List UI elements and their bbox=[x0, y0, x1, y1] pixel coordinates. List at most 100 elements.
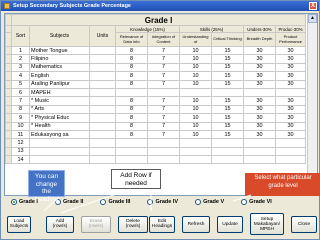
percentage-cell[interactable]: 10 bbox=[179, 96, 212, 106]
percentage-cell[interactable]: 10 bbox=[179, 121, 212, 131]
radio-dot[interactable] bbox=[147, 199, 154, 205]
percentage-cell[interactable]: 30 bbox=[243, 62, 276, 73]
units-cell[interactable] bbox=[89, 45, 116, 56]
close-icon[interactable]: X bbox=[309, 2, 317, 10]
row-index-cell[interactable]: 14 bbox=[11, 155, 30, 165]
table-row[interactable]: 3 Mathematics 8 7 10 15 30 30 bbox=[5, 62, 307, 73]
percentage-cell[interactable]: 30 bbox=[274, 45, 307, 56]
percentage-cell[interactable] bbox=[211, 87, 244, 98]
percentage-cell[interactable]: 30 bbox=[274, 54, 307, 64]
percentage-cell[interactable]: 15 bbox=[211, 62, 244, 73]
units-cell[interactable] bbox=[89, 155, 116, 165]
close-button[interactable]: Close bbox=[291, 215, 317, 233]
row-index-cell[interactable]: 3 bbox=[11, 62, 30, 73]
percentage-cell[interactable]: 30 bbox=[274, 62, 307, 73]
radio-dot[interactable] bbox=[100, 199, 107, 205]
header-sort[interactable]: Sort bbox=[11, 25, 30, 47]
subject-cell[interactable]: Edukasyong sa bbox=[29, 129, 90, 140]
percentage-cell[interactable]: 7 bbox=[147, 54, 180, 64]
radio-dot[interactable] bbox=[11, 199, 17, 205]
header-sub[interactable]: Relevance of Data Info bbox=[115, 32, 148, 47]
table-row[interactable]: 9 * Physical Educ 8 7 10 15 30 30 bbox=[5, 113, 307, 123]
header-sub[interactable]: Integration of Content bbox=[147, 32, 180, 47]
percentage-cell[interactable]: 15 bbox=[211, 96, 244, 106]
header-sub[interactable]: Understanding of bbox=[179, 32, 212, 47]
percentage-cell[interactable]: 7 bbox=[147, 121, 180, 131]
refresh-button[interactable]: Refresh bbox=[182, 215, 210, 233]
row-index-cell[interactable]: 4 bbox=[11, 71, 30, 81]
header-subjects[interactable]: Subjects bbox=[29, 25, 90, 47]
percentage-cell[interactable]: 10 bbox=[179, 71, 212, 81]
header-understanding[interactable]: Unders-30% bbox=[243, 25, 276, 33]
percentage-cell[interactable]: 8 bbox=[115, 62, 148, 73]
header-sub[interactable]: Critical Thinking bbox=[211, 32, 244, 47]
vertical-scrollbar[interactable]: ▲ ▼ bbox=[307, 14, 317, 195]
erase-rows-button[interactable]: Erase (row/s) bbox=[81, 215, 111, 233]
percentage-cell[interactable]: 8 bbox=[115, 79, 148, 89]
add-rows-button[interactable]: Add (row/s) bbox=[46, 215, 74, 233]
table-row[interactable]: 4 English 8 7 10 15 30 30 bbox=[5, 71, 307, 81]
percentage-cell[interactable]: 15 bbox=[211, 129, 244, 140]
radio-grade-2[interactable]: Grade II bbox=[54, 199, 83, 205]
table-row[interactable]: 7 * Music 8 7 10 15 30 30 bbox=[5, 96, 307, 106]
percentage-cell[interactable] bbox=[211, 155, 244, 165]
subject-cell[interactable]: Araling Panlipur bbox=[29, 79, 90, 89]
percentage-cell[interactable] bbox=[179, 146, 212, 157]
header-knowledge[interactable]: Knowledge (15%) bbox=[115, 25, 180, 33]
units-cell[interactable] bbox=[89, 129, 116, 140]
percentage-cell[interactable]: 8 bbox=[115, 54, 148, 64]
delete-rows-button[interactable]: Delete (row/s) bbox=[118, 215, 148, 233]
percentage-cell[interactable]: 7 bbox=[147, 96, 180, 106]
percentage-cell[interactable]: 10 bbox=[179, 62, 212, 73]
units-cell[interactable] bbox=[89, 62, 116, 73]
subject-cell[interactable] bbox=[29, 155, 90, 165]
percentage-cell[interactable]: 10 bbox=[179, 104, 212, 115]
units-cell[interactable] bbox=[89, 96, 116, 106]
percentage-cell[interactable]: 30 bbox=[243, 96, 276, 106]
row-index-cell[interactable]: 12 bbox=[11, 138, 30, 148]
row-index-cell[interactable]: 9 bbox=[11, 113, 30, 123]
percentage-cell[interactable]: 15 bbox=[211, 113, 244, 123]
subject-cell[interactable]: Filipino bbox=[29, 54, 90, 64]
percentage-cell[interactable] bbox=[274, 138, 307, 148]
percentage-cell[interactable]: 8 bbox=[115, 96, 148, 106]
percentage-cell[interactable]: 30 bbox=[243, 121, 276, 131]
percentage-cell[interactable]: 10 bbox=[179, 54, 212, 64]
percentage-cell[interactable]: 30 bbox=[243, 104, 276, 115]
percentage-cell[interactable]: 15 bbox=[211, 104, 244, 115]
percentage-cell[interactable] bbox=[211, 138, 244, 148]
percentage-cell[interactable] bbox=[274, 87, 307, 98]
units-cell[interactable] bbox=[89, 146, 116, 157]
percentage-cell[interactable] bbox=[147, 87, 180, 98]
edit-headings-button[interactable]: Edit Headings bbox=[149, 215, 175, 233]
percentage-cell[interactable] bbox=[274, 155, 307, 165]
units-cell[interactable] bbox=[89, 79, 116, 89]
table-row[interactable]: 13 bbox=[5, 146, 307, 157]
percentage-cell[interactable]: 8 bbox=[115, 121, 148, 131]
setup-makabayan-button[interactable]: Setup Makabayan/ MPEH bbox=[250, 213, 284, 235]
scroll-up-icon[interactable]: ▲ bbox=[308, 14, 317, 23]
percentage-cell[interactable] bbox=[179, 87, 212, 98]
row-index-cell[interactable]: 10 bbox=[11, 121, 30, 131]
percentage-cell[interactable]: 7 bbox=[147, 129, 180, 140]
radio-dot[interactable] bbox=[195, 199, 202, 205]
percentage-cell[interactable]: 7 bbox=[147, 104, 180, 115]
subject-cell[interactable]: * Music bbox=[29, 96, 90, 106]
percentage-cell[interactable]: 8 bbox=[115, 104, 148, 115]
percentage-cell[interactable] bbox=[147, 155, 180, 165]
percentage-cell[interactable]: 8 bbox=[115, 113, 148, 123]
subject-cell[interactable] bbox=[29, 138, 90, 148]
header-skills[interactable]: Skills (25%) bbox=[179, 25, 244, 33]
percentage-cell[interactable] bbox=[115, 146, 148, 157]
percentage-cell[interactable]: 15 bbox=[211, 45, 244, 56]
percentage-cell[interactable]: 7 bbox=[147, 113, 180, 123]
percentage-cell[interactable]: 30 bbox=[243, 54, 276, 64]
percentage-cell[interactable] bbox=[211, 146, 244, 157]
percentage-cell[interactable] bbox=[147, 138, 180, 148]
percentage-cell[interactable]: 7 bbox=[147, 79, 180, 89]
subject-cell[interactable] bbox=[29, 146, 90, 157]
row-index-cell[interactable]: 13 bbox=[11, 146, 30, 157]
units-cell[interactable] bbox=[89, 121, 116, 131]
table-row[interactable]: 14 bbox=[5, 155, 307, 165]
units-cell[interactable] bbox=[89, 113, 116, 123]
